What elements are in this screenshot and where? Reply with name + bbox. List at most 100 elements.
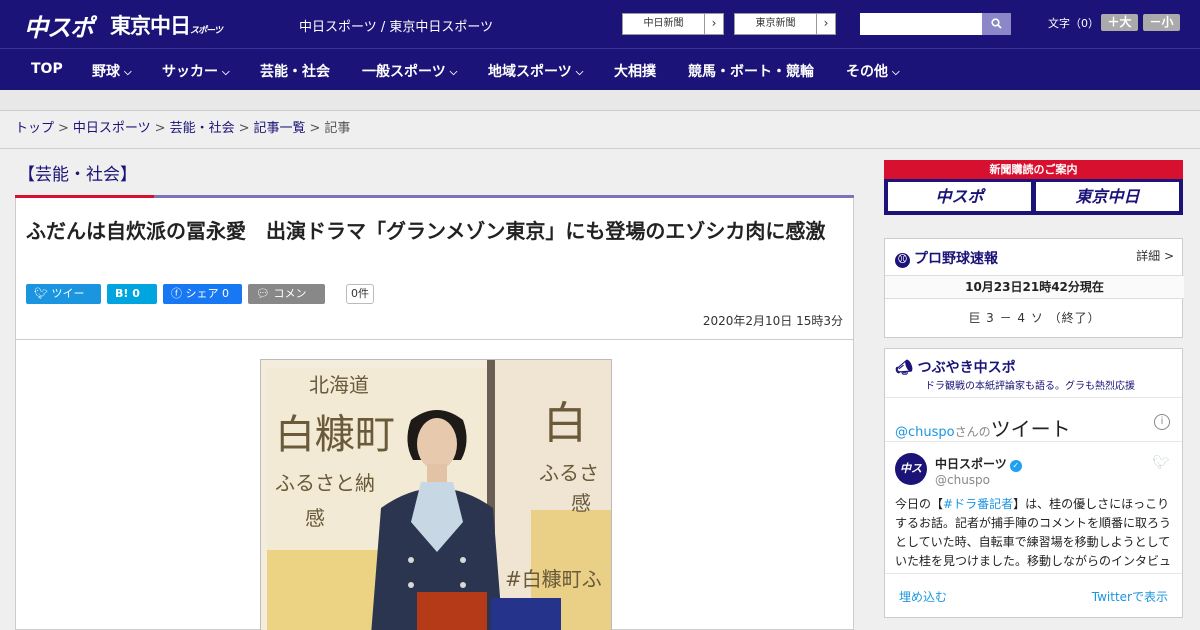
site-name[interactable]: 中日スポーツ / 東京中日スポーツ: [299, 16, 493, 35]
main-nav: TOP 野球 ⌵ サッカー ⌵ 芸能・社会 一般スポーツ ⌵ 地域スポーツ ⌵ 大相撲 …: [0, 48, 1200, 90]
tokyo-shimbun-link[interactable]: 東京新聞 ›: [734, 13, 836, 35]
facebook-share-label: シェア 0: [185, 287, 230, 300]
timeline-heading-text: ツイート: [990, 417, 1071, 441]
breadcrumb-link-top[interactable]: トップ: [15, 121, 54, 136]
tweet-button[interactable]: 🐦︎ ツイート: [26, 284, 101, 320]
nav-label: 競馬・ボート・競輪: [688, 64, 814, 80]
photo-text-right-shira: 白: [543, 398, 587, 449]
photo-text-right-kan: 感: [571, 491, 591, 515]
tweet-author-handle[interactable]: @chuspo: [935, 473, 990, 487]
tokyo-chunichi-logo[interactable]: 東京中日スポーツ: [110, 10, 223, 40]
subscribe-chuspo-button[interactable]: 中スポ: [888, 182, 1031, 211]
publish-date: 2020年2月10日 15時3分: [702, 314, 843, 328]
search-button[interactable]: [982, 13, 1011, 35]
subscribe-tokyo-button[interactable]: 東京中日: [1036, 182, 1179, 211]
search-input[interactable]: [860, 13, 982, 35]
comment-button[interactable]: 💬︎ コメント: [248, 284, 325, 320]
nav-item-entertainment[interactable]: 芸能・社会: [260, 61, 330, 81]
chunichi-shimbun-link[interactable]: 中日新聞 ›: [622, 13, 724, 35]
baseball-timestamp: 10月23日21時42分現在: [885, 275, 1184, 299]
tweet-author-name[interactable]: 中日スポーツ ✓: [935, 455, 1022, 472]
timeline-handle-link[interactable]: @chuspo: [895, 425, 955, 440]
photo-text-shiranuka: 白糠町: [275, 412, 395, 458]
article-photo[interactable]: 北海道 白糠町 ふるさと納 感 #白糠町ふ 白 ふるさ 感: [260, 359, 612, 630]
megaphone-icon: 📣︎: [895, 360, 913, 376]
tokyo-logo-sub: スポーツ: [190, 26, 223, 36]
font-larger-button[interactable]: ＋大: [1101, 14, 1138, 31]
photo-graphic: 北海道 白糠町 ふるさと納 感 #白糠町ふ 白 ふるさ 感: [261, 360, 611, 630]
photo-text-hashtag: #白糠町ふ: [505, 567, 602, 591]
timeline-handle-suffix: さんの: [954, 425, 991, 439]
chevron-down-icon: ⌵: [892, 67, 900, 78]
tokyo-logo-text: 東京中日: [110, 14, 191, 38]
ext-link-label: 中日新聞: [623, 14, 705, 34]
tweet-author-name-text: 中日スポーツ: [935, 457, 1007, 471]
nav-item-soccer[interactable]: サッカー ⌵: [162, 61, 230, 81]
nav-label: 大相撲: [614, 64, 656, 80]
breadcrumb-separator: >: [238, 121, 250, 136]
breadcrumb-separator: >: [154, 121, 166, 136]
facebook-icon: ⓕ: [171, 287, 182, 300]
nav-label: 芸能・社会: [260, 64, 330, 80]
info-icon[interactable]: i: [1154, 414, 1170, 430]
baseball-title-text: プロ野球速報: [914, 251, 998, 267]
chevron-down-icon: ⌵: [222, 67, 230, 78]
nav-label: その他: [846, 64, 888, 80]
article-header: ふだんは自炊派の冨永愛 出演ドラマ「グランメゾン東京」にも登場のエゾシカ肉に感激…: [15, 198, 854, 340]
chevron-right-icon: ›: [711, 16, 717, 30]
ext-link-label: 東京新聞: [735, 14, 817, 34]
timeline-heading: @chuspoさんのツイート: [895, 413, 1071, 442]
nav-label: 地域スポーツ: [488, 64, 572, 80]
breadcrumb-link-article-list[interactable]: 記事一覧: [254, 121, 306, 136]
nav-item-general-sports[interactable]: 一般スポーツ ⌵: [362, 61, 457, 81]
view-on-twitter-link[interactable]: Twitterで表示: [1092, 588, 1168, 605]
photo-text-hokkaido: 北海道: [309, 373, 369, 397]
article-body: 北海道 白糠町 ふるさと納 感 #白糠町ふ 白 ふるさ 感: [15, 340, 854, 630]
tweet-text: 今日の【#ドラ番記者】は、桂の優しさにほっこりするお話。記者が捕手陣のコメントを…: [895, 495, 1175, 569]
chevron-down-icon: ⌵: [575, 67, 584, 78]
font-smaller-button[interactable]: －小: [1143, 14, 1180, 31]
avatar[interactable]: 中スポ: [895, 453, 927, 507]
baseball-detail-link[interactable]: 詳細 >: [1136, 247, 1174, 264]
article-category: 【芸能・社会】: [18, 165, 137, 185]
twitter-widget-title-text: つぶやき中スポ: [917, 360, 1016, 376]
baseball-title: ⚾︎ プロ野球速報: [895, 248, 998, 269]
tweet-text-prefix: 今日の【: [895, 497, 944, 511]
baseball-scores-widget: ⚾︎ プロ野球速報 詳細 > 10月23日21時42分現在 巨 3 － 4 ソ （…: [884, 238, 1184, 338]
chevron-right-icon: ›: [823, 16, 829, 30]
twitter-widget: 📣︎ つぶやき中スポ ドラ観戦の本紙評論家も語る。グラも熱烈応援 @chuspo…: [884, 348, 1183, 618]
twitter-widget-subtitle: ドラ観戦の本紙評論家も語る。グラも熱烈応援: [925, 381, 1135, 392]
breadcrumb-link-chunichi[interactable]: 中日スポーツ: [73, 121, 151, 136]
verified-badge-icon: ✓: [1009, 460, 1022, 472]
breadcrumb-separator: >: [309, 121, 321, 136]
nav-item-sumo[interactable]: 大相撲: [614, 61, 656, 81]
nav-item-local-sports[interactable]: 地域スポーツ ⌵: [488, 61, 583, 81]
photo-text-right-furusa: ふるさ: [539, 461, 599, 485]
twitter-bird-icon: 🐦︎: [34, 287, 48, 300]
embed-link[interactable]: 埋め込む: [899, 588, 947, 605]
twitter-bird-icon[interactable]: 🐦︎: [1152, 455, 1170, 471]
baseball-score[interactable]: 巨 3 － 4 ソ （終了）: [885, 309, 1184, 326]
subscription-title: 新聞購読のご案内: [884, 160, 1183, 179]
subscription-banner[interactable]: 新聞購読のご案内 中スポ 東京中日: [884, 160, 1183, 215]
nav-item-other[interactable]: その他 ⌵: [846, 61, 900, 81]
chuspo-logo[interactable]: 中スポ: [24, 8, 94, 43]
breadcrumb-link-entertainment[interactable]: 芸能・社会: [170, 121, 235, 136]
nav-item-racing[interactable]: 競馬・ボート・競輪: [688, 61, 814, 81]
hatena-label: B! 0: [115, 287, 140, 300]
comment-count: 0件: [346, 284, 374, 304]
nav-item-top[interactable]: TOP: [31, 61, 63, 77]
breadcrumb-separator: >: [58, 121, 69, 136]
chevron-down-icon: ⌵: [449, 67, 458, 78]
breadcrumb: トップ > 中日スポーツ > 芸能・社会 > 記事一覧 > 記事: [0, 111, 1200, 149]
search-icon: [991, 18, 1002, 29]
tweet-hashtag-link[interactable]: #ドラ番記者: [943, 497, 1013, 511]
article-title: ふだんは自炊派の冨永愛 出演ドラマ「グランメゾン東京」にも登場のエゾシカ肉に感激: [26, 219, 826, 243]
nav-label: 野球: [92, 64, 120, 80]
sub-bar: [0, 90, 1200, 111]
nav-item-baseball[interactable]: 野球 ⌵: [92, 61, 132, 81]
facebook-share-button[interactable]: ⓕ シェア 0: [163, 284, 242, 304]
hatena-bookmark-button[interactable]: B! 0: [107, 284, 157, 304]
font-size-label: 文字（0）: [1048, 17, 1099, 30]
photo-text-furusato: ふるさと納: [275, 471, 375, 495]
